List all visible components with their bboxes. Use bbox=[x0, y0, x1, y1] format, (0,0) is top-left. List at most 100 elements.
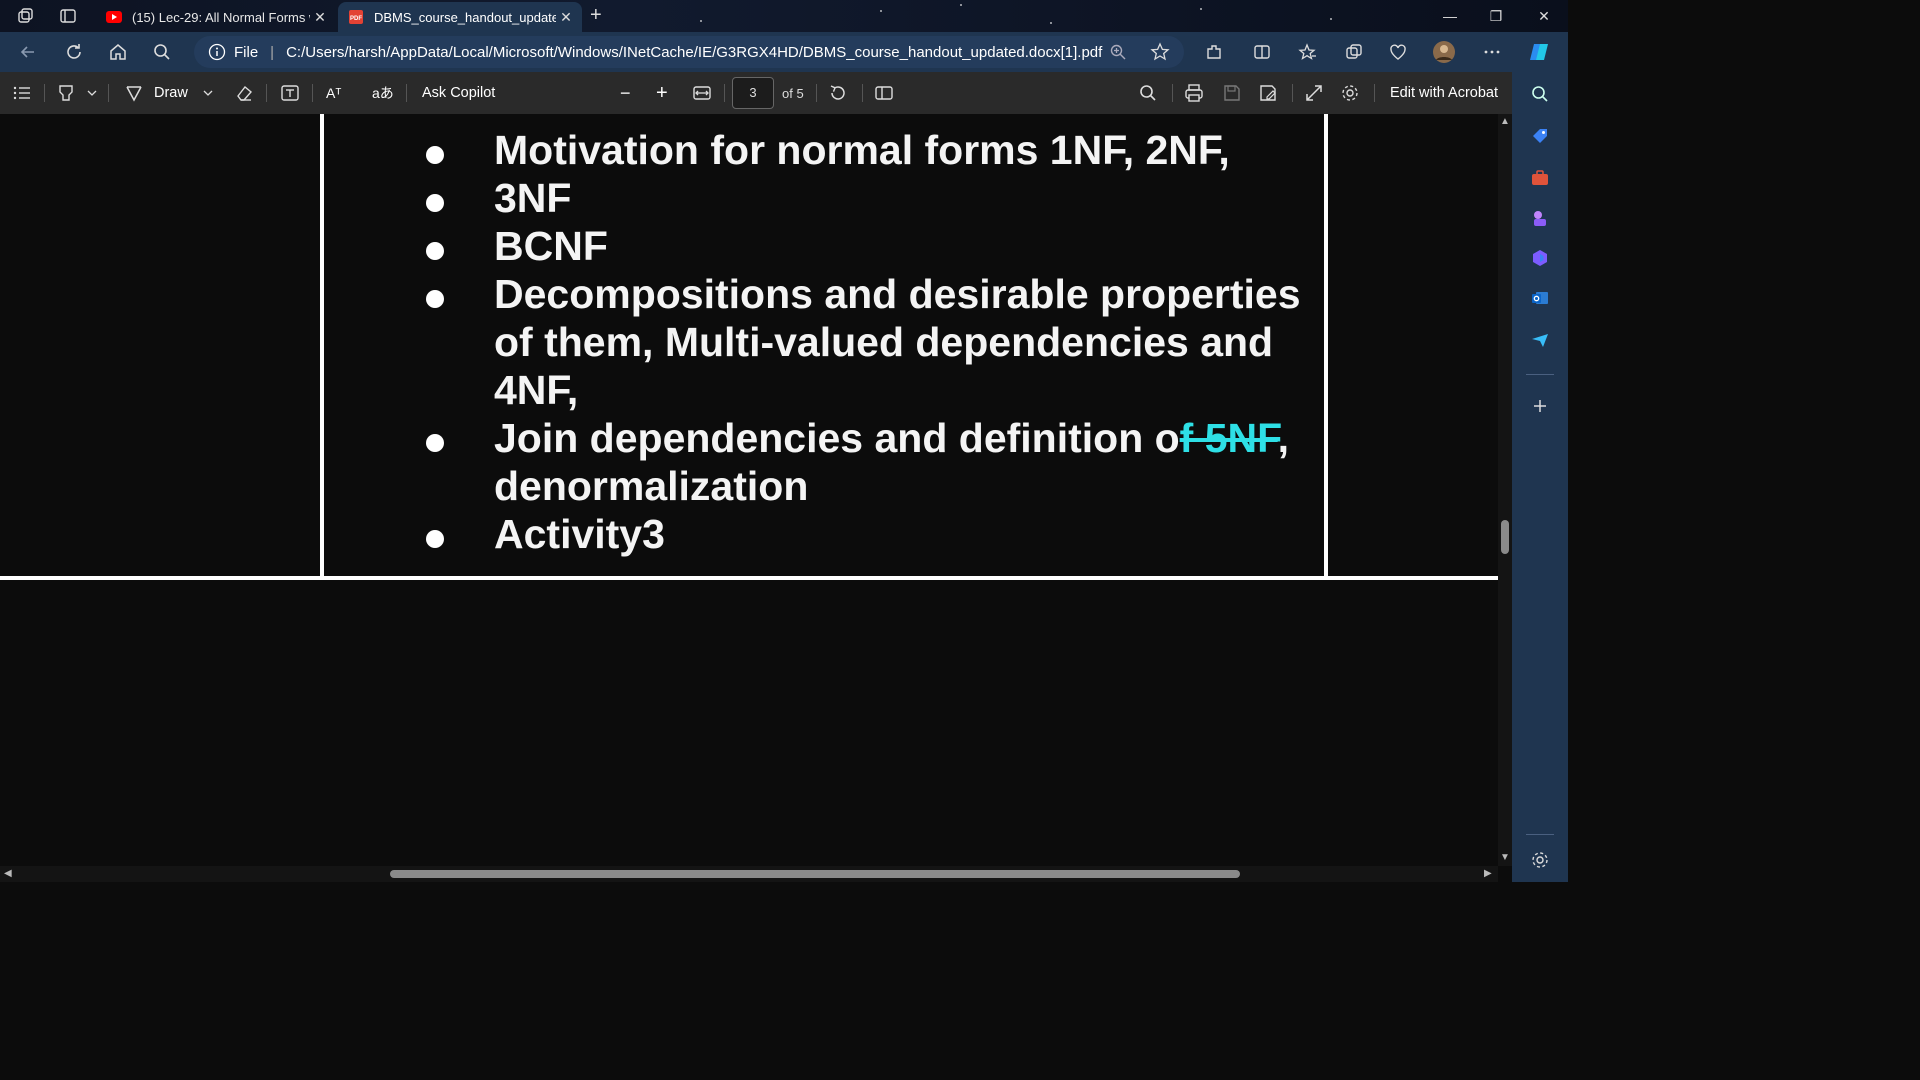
search-icon[interactable] bbox=[150, 40, 174, 64]
star-decoration bbox=[1050, 22, 1052, 24]
star-decoration bbox=[880, 10, 882, 12]
page-number-input[interactable]: 3 bbox=[732, 77, 774, 109]
games-icon[interactable] bbox=[1530, 208, 1550, 228]
ask-copilot-button[interactable]: Ask Copilot bbox=[422, 83, 495, 103]
list-item-text: Join dependencies and definition o bbox=[494, 415, 1180, 461]
profile-avatar[interactable] bbox=[1432, 40, 1456, 64]
zoom-icon[interactable] bbox=[1106, 40, 1130, 64]
url-text[interactable]: C:/Users/harsh/AppData/Local/Microsoft/W… bbox=[286, 44, 1102, 61]
toolbar-divider bbox=[406, 84, 407, 102]
save-as-icon[interactable] bbox=[1258, 83, 1278, 103]
tab-actions-icon[interactable] bbox=[58, 6, 78, 26]
bullet-icon bbox=[426, 146, 444, 164]
tools-briefcase-icon[interactable] bbox=[1530, 168, 1550, 188]
star-decoration bbox=[1330, 18, 1332, 20]
toolbar-divider bbox=[1374, 84, 1375, 102]
vertical-scrollbar[interactable]: ▲ ▼ bbox=[1498, 114, 1512, 866]
translate-button[interactable]: aあ bbox=[372, 83, 394, 103]
microsoft-365-icon[interactable] bbox=[1530, 248, 1550, 268]
restore-button[interactable]: ❐ bbox=[1476, 4, 1516, 28]
minimize-button[interactable]: — bbox=[1430, 4, 1470, 28]
page-view-icon[interactable] bbox=[874, 83, 894, 103]
highlight-icon[interactable] bbox=[56, 83, 76, 103]
star-decoration bbox=[1200, 8, 1202, 10]
vertical-scroll-thumb[interactable] bbox=[1501, 520, 1509, 554]
save-icon[interactable] bbox=[1222, 83, 1242, 103]
text-box-icon[interactable] bbox=[280, 83, 300, 103]
scroll-left-icon[interactable]: ◀ bbox=[4, 868, 12, 879]
zoom-in-button[interactable]: + bbox=[656, 82, 668, 104]
horizontal-scrollbar[interactable]: ◀ ▶ bbox=[0, 866, 1498, 882]
sidebar-settings-icon[interactable] bbox=[1530, 850, 1550, 870]
address-bar[interactable]: File | C:/Users/harsh/AppData/Local/Micr… bbox=[194, 36, 1184, 68]
search-icon[interactable] bbox=[1530, 84, 1550, 104]
chevron-down-icon[interactable] bbox=[86, 83, 98, 103]
horizontal-scroll-thumb[interactable] bbox=[390, 870, 1240, 878]
favorites-icon[interactable] bbox=[1296, 40, 1320, 64]
shopping-tag-icon[interactable] bbox=[1530, 126, 1550, 146]
print-icon[interactable] bbox=[1184, 83, 1204, 103]
zoom-out-button[interactable]: − bbox=[620, 83, 631, 103]
page-total: of 5 bbox=[782, 85, 804, 101]
list-item: BCNF bbox=[420, 222, 1314, 270]
extensions-icon[interactable] bbox=[1202, 40, 1226, 64]
browser-essentials-icon[interactable] bbox=[1386, 40, 1410, 64]
sidebar-divider bbox=[1526, 834, 1554, 835]
fullscreen-icon[interactable] bbox=[1304, 83, 1324, 103]
title-bar: (15) Lec-29: All Normal Forms with ✕ PDF… bbox=[0, 0, 1568, 32]
tab-pdf[interactable]: PDF DBMS_course_handout_updated.docx[1].… bbox=[338, 2, 582, 32]
new-tab-button[interactable]: + bbox=[590, 4, 602, 27]
back-icon[interactable] bbox=[16, 40, 40, 64]
youtube-icon bbox=[106, 11, 122, 23]
url-scheme: File bbox=[234, 43, 259, 61]
draw-icon bbox=[126, 86, 142, 102]
star-decoration bbox=[960, 4, 962, 6]
rotate-icon[interactable] bbox=[828, 83, 848, 103]
scroll-up-icon[interactable]: ▲ bbox=[1500, 116, 1510, 127]
sidebar-divider bbox=[1526, 374, 1554, 375]
list-item-text: Motivation for normal forms 1NF, 2NF, bbox=[494, 127, 1230, 173]
edit-with-acrobat-button[interactable]: Edit with Acrobat bbox=[1390, 83, 1498, 103]
info-icon[interactable] bbox=[208, 43, 226, 61]
split-screen-icon[interactable] bbox=[1250, 40, 1274, 64]
copilot-icon[interactable] bbox=[1528, 40, 1552, 64]
find-icon[interactable] bbox=[1138, 83, 1158, 103]
list-item: Decompositions and desirable properties … bbox=[420, 270, 1314, 414]
toolbar-divider bbox=[44, 84, 45, 102]
refresh-icon[interactable] bbox=[62, 40, 86, 64]
navigation-bar: File | C:/Users/harsh/AppData/Local/Micr… bbox=[0, 32, 1520, 72]
list-item-text: BCNF bbox=[494, 223, 608, 269]
page-divider bbox=[0, 576, 1498, 580]
window-close-button[interactable]: ✕ bbox=[1524, 4, 1564, 28]
pdf-viewport[interactable]: Motivation for normal forms 1NF, 2NF, 3N… bbox=[0, 114, 1498, 866]
read-aloud-button[interactable]: Aᵀ bbox=[326, 83, 341, 103]
toolbar-divider bbox=[724, 84, 725, 102]
scroll-right-icon[interactable]: ▶ bbox=[1484, 868, 1492, 879]
send-icon[interactable] bbox=[1530, 330, 1550, 350]
contents-icon[interactable] bbox=[12, 83, 32, 103]
workspaces-icon[interactable] bbox=[16, 6, 36, 26]
toolbar-divider bbox=[1172, 84, 1173, 102]
more-menu-icon[interactable] bbox=[1480, 40, 1504, 64]
edge-sidebar bbox=[1512, 32, 1568, 882]
tab-youtube[interactable]: (15) Lec-29: All Normal Forms with ✕ bbox=[96, 2, 336, 32]
toolbar-divider bbox=[1292, 84, 1293, 102]
settings-gear-icon[interactable] bbox=[1340, 83, 1360, 103]
chevron-down-icon[interactable] bbox=[202, 83, 214, 103]
close-tab-button[interactable]: ✕ bbox=[310, 9, 330, 26]
pdf-icon: PDF bbox=[349, 10, 363, 24]
list-item-text: 3NF bbox=[494, 175, 572, 221]
bullet-icon bbox=[426, 194, 444, 212]
favorite-star-icon[interactable] bbox=[1148, 40, 1172, 64]
star-decoration bbox=[700, 20, 702, 22]
pdf-toolbar: Draw Aᵀ aあ Ask Copilot − + 3 of 5 Edit w… bbox=[0, 72, 1520, 114]
scroll-down-icon[interactable]: ▼ bbox=[1500, 852, 1510, 863]
outlook-icon[interactable] bbox=[1530, 288, 1550, 308]
collections-icon[interactable] bbox=[1342, 40, 1366, 64]
fit-width-icon[interactable] bbox=[692, 83, 712, 103]
draw-button[interactable]: Draw bbox=[124, 83, 188, 103]
eraser-icon[interactable] bbox=[234, 83, 254, 103]
add-icon[interactable] bbox=[1530, 396, 1550, 416]
close-tab-button[interactable]: ✕ bbox=[556, 9, 576, 26]
home-icon[interactable] bbox=[106, 40, 130, 64]
